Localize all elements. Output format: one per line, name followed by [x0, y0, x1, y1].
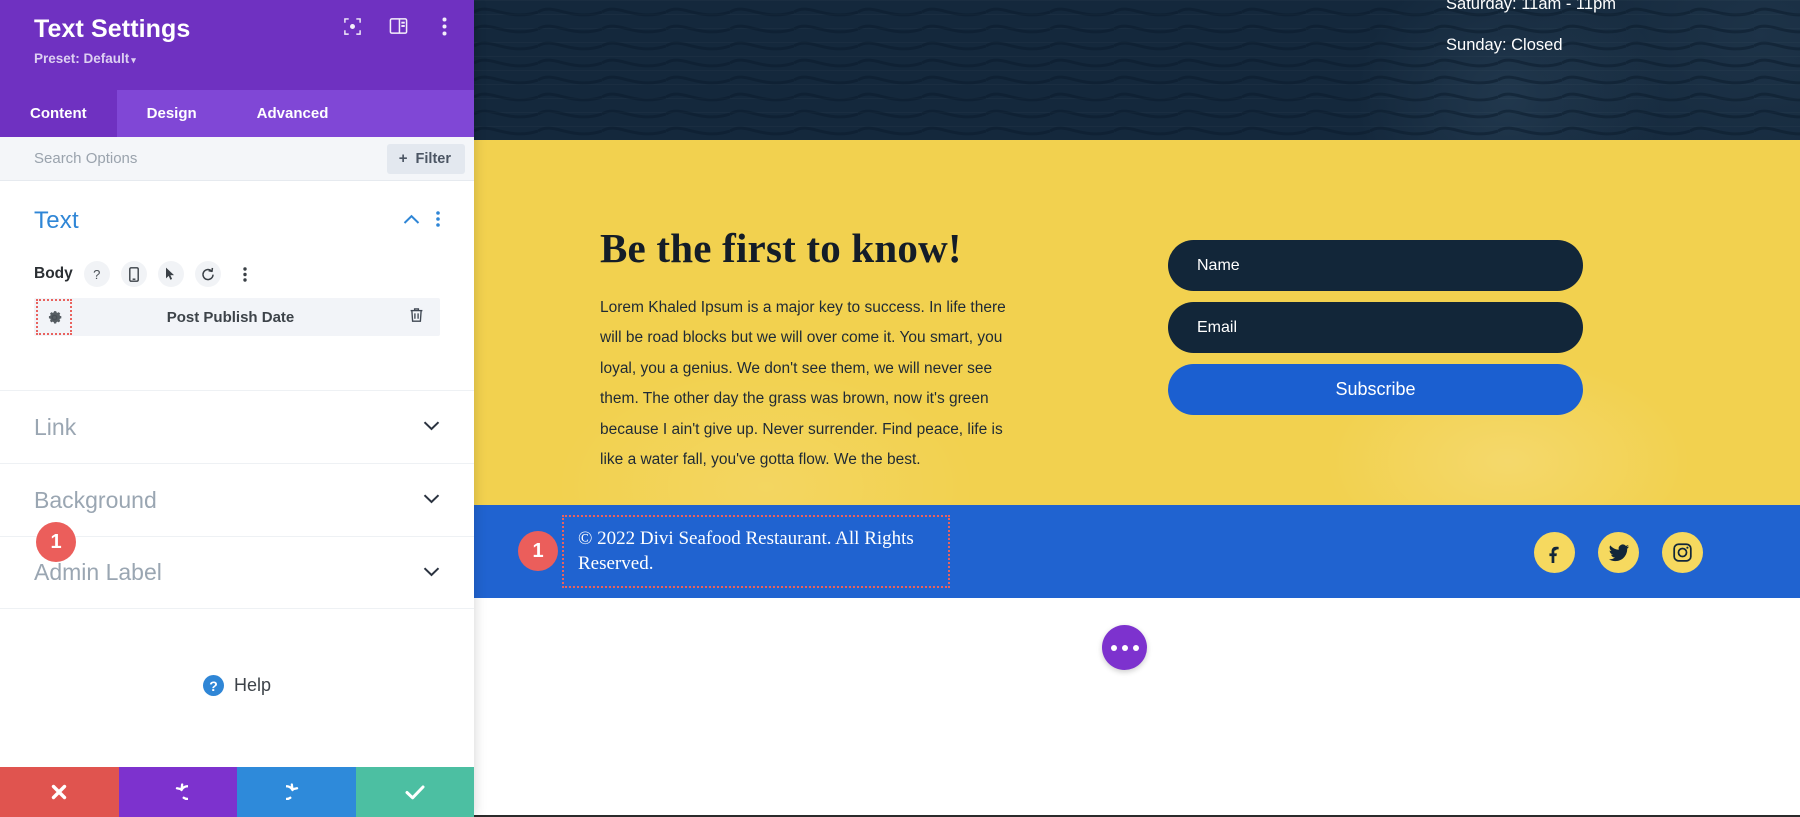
panel-header: Text Settings Preset: Default ▾	[0, 0, 474, 90]
field-more-options-icon[interactable]	[232, 261, 258, 287]
plus-icon: +	[398, 150, 408, 167]
section-background[interactable]: Background	[0, 463, 474, 536]
section-text-controls	[403, 210, 440, 232]
chevron-up-icon[interactable]	[403, 212, 420, 230]
newsletter-section: Be the first to know! Lorem Khaled Ipsum…	[474, 140, 1800, 505]
chevron-down-icon: ▾	[131, 55, 136, 65]
chevron-down-icon	[423, 491, 440, 509]
section-link[interactable]: Link	[0, 390, 474, 463]
filter-button[interactable]: + Filter	[386, 144, 465, 174]
hover-cursor-icon[interactable]	[157, 261, 184, 287]
layout-panel-icon[interactable]	[388, 16, 408, 36]
page-bottom-area	[474, 598, 1800, 817]
chevron-down-icon	[423, 564, 440, 582]
help-label: Help	[233, 675, 272, 695]
twitter-icon[interactable]	[1598, 532, 1639, 573]
opening-hours: Saturday: 11am - 11pm Sunday: Closed	[1446, 0, 1616, 77]
newsletter-heading: Be the first to know!	[600, 225, 962, 271]
body-field-label: Body	[34, 265, 73, 282]
preset-label: Preset: Default	[34, 51, 130, 66]
panel-footer	[0, 767, 474, 817]
newsletter-paragraph: Lorem Khaled Ipsum is a major key to suc…	[600, 299, 1006, 468]
email-field[interactable]: Email	[1168, 302, 1583, 353]
section-link-title: Link	[34, 413, 77, 440]
site-footer: 1 © 2022 Divi Seafood Restaurant. All Ri…	[474, 505, 1800, 598]
undo-button[interactable]	[118, 767, 237, 817]
help-icon[interactable]: ?	[83, 261, 110, 287]
hours-sunday: Sunday: Closed	[1446, 35, 1563, 54]
redo-button[interactable]	[237, 767, 356, 817]
save-button[interactable]	[355, 767, 474, 817]
divi-builder-screen: Text Settings Preset: Default ▾ Content …	[0, 0, 1800, 817]
dynamic-content-value[interactable]: Post Publish Date	[52, 309, 409, 326]
copyright-text: © 2022 Divi Seafood Restaurant. All Righ…	[578, 527, 914, 574]
instagram-icon[interactable]	[1662, 532, 1703, 573]
tab-advanced[interactable]: Advanced	[227, 90, 359, 137]
text-settings-panel: Text Settings Preset: Default ▾ Content …	[0, 0, 474, 817]
more-actions-fab[interactable]	[1102, 625, 1147, 670]
hours-saturday: Saturday: 11am - 11pm	[1446, 0, 1616, 13]
panel-body: Text Body ? Post Publish Date 1 Link Bac…	[0, 181, 474, 767]
copyright-module[interactable]: © 2022 Divi Seafood Restaurant. All Righ…	[562, 514, 950, 589]
section-admin-label-title: Admin Label	[34, 559, 162, 585]
section-background-title: Background	[34, 486, 157, 513]
search-bar: + Filter	[0, 137, 474, 181]
help-button[interactable]: ? Help	[0, 675, 474, 696]
section-text: Text Body ? Post Publish Date	[0, 181, 474, 336]
body-field-header: Body ?	[34, 261, 440, 287]
dot-icon	[1132, 644, 1139, 651]
subscribe-button[interactable]: Subscribe	[1168, 364, 1583, 415]
section-more-options-icon[interactable]	[436, 210, 440, 232]
section-text-title: Text	[34, 207, 79, 234]
trash-icon[interactable]	[409, 307, 424, 328]
panel-header-icons	[342, 16, 454, 36]
preset-selector[interactable]: Preset: Default ▾	[34, 51, 452, 66]
dynamic-content-row: Post Publish Date	[34, 298, 440, 336]
page-preview: Saturday: 11am - 11pm Sunday: Closed Be …	[474, 0, 1800, 817]
focus-target-icon[interactable]	[342, 16, 362, 36]
cancel-button[interactable]	[0, 767, 119, 817]
filter-label: Filter	[415, 150, 451, 167]
step-badge-panel: 1	[36, 522, 76, 562]
facebook-icon[interactable]	[1534, 532, 1575, 573]
tab-content[interactable]: Content	[0, 90, 117, 137]
reset-icon[interactable]	[194, 261, 221, 287]
responsive-icon[interactable]	[120, 261, 147, 287]
newsletter-text-column: Be the first to know! Lorem Khaled Ipsum…	[600, 140, 1080, 505]
social-links	[1534, 532, 1703, 573]
vertical-dots-icon[interactable]	[434, 16, 454, 36]
section-text-header[interactable]: Text	[34, 207, 440, 235]
dot-icon	[1110, 644, 1117, 651]
hours-section: Saturday: 11am - 11pm Sunday: Closed	[474, 0, 1800, 140]
chevron-down-icon	[423, 418, 440, 436]
tab-design[interactable]: Design	[117, 90, 227, 137]
step-badge-footer: 1	[518, 531, 558, 571]
name-field[interactable]: Name	[1168, 240, 1583, 291]
help-icon: ?	[202, 675, 224, 696]
search-input[interactable]	[34, 150, 354, 167]
settings-tabs: Content Design Advanced	[0, 90, 474, 137]
dot-icon	[1121, 644, 1128, 651]
subscribe-form: Name Email Subscribe	[1168, 140, 1583, 505]
